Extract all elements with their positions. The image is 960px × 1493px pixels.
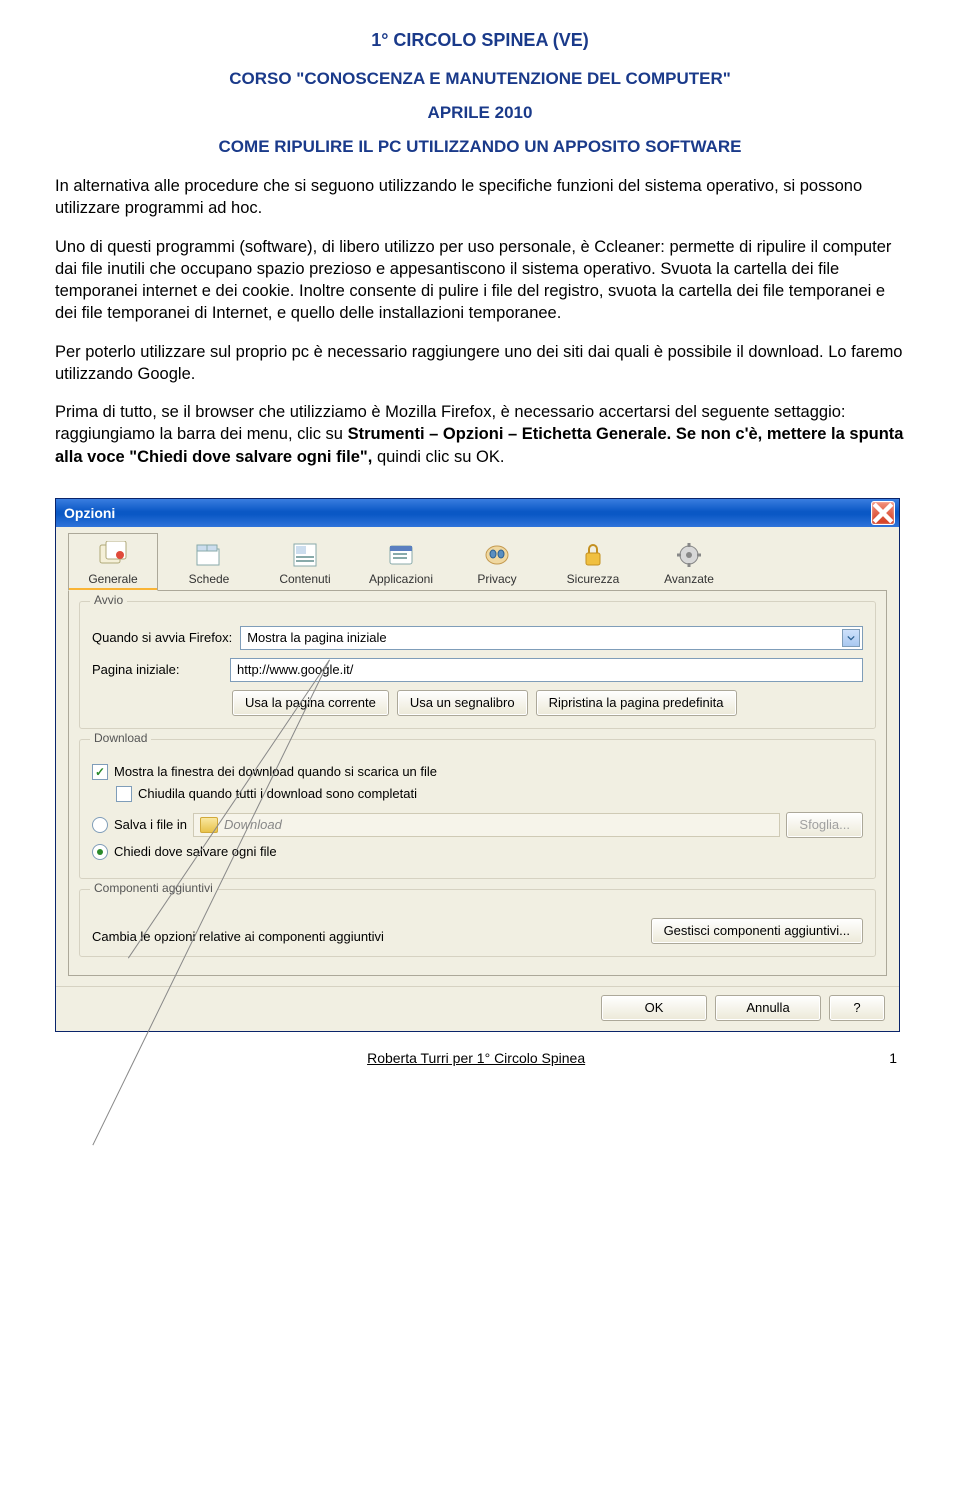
manage-addons-button[interactable]: Gestisci componenti aggiuntivi... <box>651 918 863 944</box>
tab-label: Avanzate <box>664 572 714 586</box>
doc-title: 1° CIRCOLO SPINEA (VE) <box>55 30 905 51</box>
home-label: Pagina iniziale: <box>92 662 222 677</box>
ok-button[interactable]: OK <box>601 995 707 1021</box>
window-title: Opzioni <box>64 505 871 521</box>
general-icon <box>96 540 130 570</box>
doc-subtitle: CORSO "CONOSCENZA E MANUTENZIONE DEL COM… <box>55 69 905 89</box>
tab-privacy[interactable]: Privacy <box>452 533 542 591</box>
tab-schede[interactable]: Schede <box>164 533 254 591</box>
options-window: Opzioni Generale Schede <box>55 498 900 1032</box>
use-bookmark-button[interactable]: Usa un segnalibro <box>397 690 528 716</box>
folder-name: Download <box>224 817 282 832</box>
doc-date: APRILE 2010 <box>55 103 905 123</box>
group-title: Download <box>90 731 151 745</box>
home-input[interactable]: http://www.google.it/ <box>230 658 863 682</box>
page-footer: Roberta Turri per 1° Circolo Spinea 1 <box>55 1050 905 1066</box>
checkbox-label: Mostra la finestra dei download quando s… <box>114 764 437 779</box>
paragraph-2: Uno di questi programmi (software), di l… <box>55 236 905 325</box>
group-addons: Componenti aggiuntivi Cambia le opzioni … <box>79 889 876 957</box>
tab-avanzate[interactable]: Avanzate <box>644 533 734 591</box>
tab-label: Sicurezza <box>567 572 620 586</box>
applications-icon <box>384 540 418 570</box>
use-current-page-button[interactable]: Usa la pagina corrente <box>232 690 389 716</box>
titlebar[interactable]: Opzioni <box>56 499 899 527</box>
startup-value: Mostra la pagina iniziale <box>247 630 386 645</box>
help-button[interactable]: ? <box>829 995 885 1021</box>
security-icon <box>576 540 610 570</box>
paragraph-1: In alternativa alle procedure che si seg… <box>55 175 905 220</box>
group-avvio: Avvio Quando si avvia Firefox: Mostra la… <box>79 601 876 729</box>
tabs-icon <box>192 540 226 570</box>
checkbox-label: Chiudila quando tutti i download sono co… <box>138 786 417 801</box>
close-when-done-checkbox[interactable] <box>116 786 132 802</box>
ask-where-radio[interactable] <box>92 844 108 860</box>
cancel-button[interactable]: Annulla <box>715 995 821 1021</box>
privacy-icon <box>480 540 514 570</box>
browse-button[interactable]: Sfoglia... <box>786 812 863 838</box>
save-to-radio[interactable] <box>92 817 108 833</box>
group-title: Componenti aggiuntivi <box>90 881 217 895</box>
restore-default-button[interactable]: Ripristina la pagina predefinita <box>536 690 737 716</box>
tab-label: Schede <box>189 572 230 586</box>
window-body: Avvio Quando si avvia Firefox: Mostra la… <box>68 590 887 976</box>
tab-label: Contenuti <box>279 572 330 586</box>
content-icon <box>288 540 322 570</box>
footer-page-number: 1 <box>889 1050 897 1066</box>
paragraph-3: Per poterlo utilizzare sul proprio pc è … <box>55 341 905 386</box>
group-title: Avvio <box>90 593 127 607</box>
home-value: http://www.google.it/ <box>237 662 353 677</box>
radio-label: Salva i file in <box>114 817 187 832</box>
tab-label: Privacy <box>477 572 516 586</box>
tab-generale[interactable]: Generale <box>68 533 158 591</box>
chevron-down-icon <box>842 629 860 647</box>
startup-label: Quando si avvia Firefox: <box>92 630 232 645</box>
group-download: Download Mostra la finestra dei download… <box>79 739 876 879</box>
tab-contenuti[interactable]: Contenuti <box>260 533 350 591</box>
tab-label: Generale <box>88 572 137 586</box>
footer-author: Roberta Turri per 1° Circolo Spinea <box>63 1050 889 1066</box>
tab-applicazioni[interactable]: Applicazioni <box>356 533 446 591</box>
close-icon[interactable] <box>871 501 895 525</box>
document-page: 1° CIRCOLO SPINEA (VE) CORSO "CONOSCENZA… <box>0 0 960 1086</box>
startup-combo[interactable]: Mostra la pagina iniziale <box>240 626 863 650</box>
paragraph-4c: quindi clic su OK. <box>377 448 504 466</box>
show-downloads-checkbox[interactable] <box>92 764 108 780</box>
folder-icon <box>200 817 218 833</box>
addons-desc: Cambia le opzioni relative ai componenti… <box>92 929 384 944</box>
paragraph-4: Prima di tutto, se il browser che utiliz… <box>55 401 905 468</box>
doc-heading: COME RIPULIRE IL PC UTILIZZANDO UN APPOS… <box>55 137 905 157</box>
radio-label: Chiedi dove salvare ogni file <box>114 844 277 859</box>
tab-label: Applicazioni <box>369 572 433 586</box>
tab-sicurezza[interactable]: Sicurezza <box>548 533 638 591</box>
tab-strip: Generale Schede Contenuti Applicazioni <box>56 527 899 591</box>
dialog-buttons: OK Annulla ? <box>56 986 899 1031</box>
advanced-icon <box>672 540 706 570</box>
download-folder-path: Download <box>193 813 780 837</box>
